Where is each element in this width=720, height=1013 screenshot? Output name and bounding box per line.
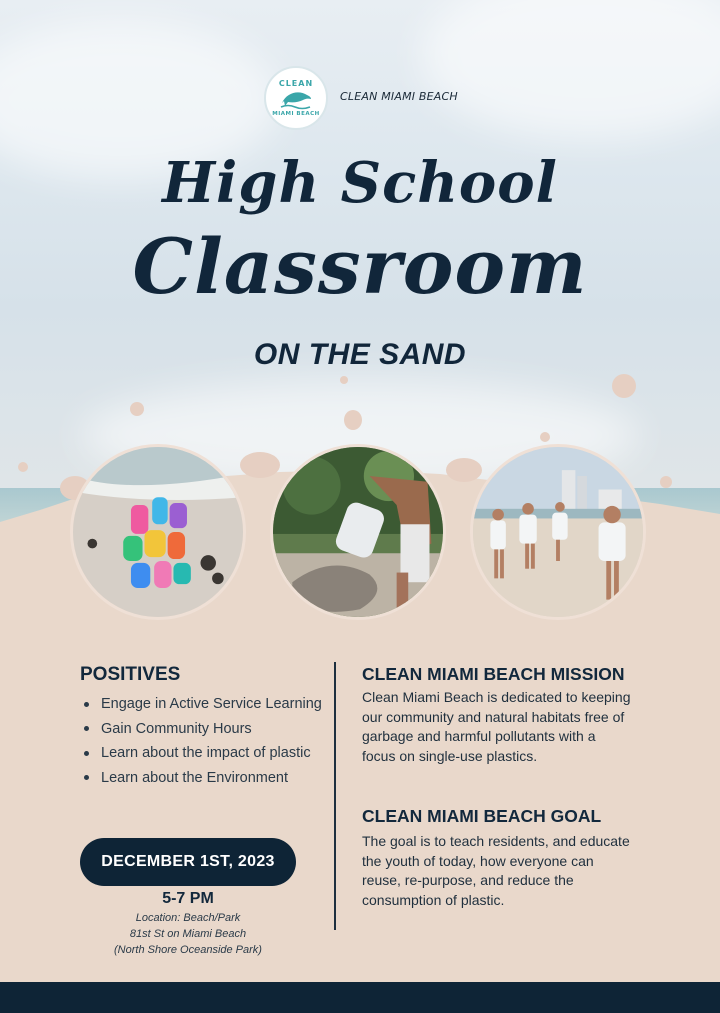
- clean-miami-beach-logo: CLEAN MIAMI BEACH: [264, 66, 328, 130]
- title-line-1: High School: [162, 150, 558, 216]
- dolphin-icon: [280, 92, 311, 110]
- title-line-2: Classroom: [132, 222, 588, 311]
- location-line-2: 81st St on Miami Beach: [129, 928, 247, 940]
- bullet-icon: [84, 726, 89, 732]
- list-item: Learn about the impact of plastic: [80, 741, 322, 766]
- event-time: 5-7 PM: [162, 890, 214, 907]
- list-item: Learn about the Environment: [80, 766, 322, 791]
- sand-splash: [18, 462, 28, 472]
- list-item: Engage in Active Service Learning: [80, 692, 322, 717]
- logo-top-text: CLEAN: [278, 79, 314, 88]
- volunteers-walking-beach-photo: [470, 444, 646, 620]
- positives-list: Engage in Active Service Learning Gain C…: [80, 692, 322, 790]
- mission-heading: CLEAN MIAMI BEACH MISSION: [362, 664, 625, 684]
- mission-text: Clean Miami Beach is dedicated to keepin…: [362, 689, 631, 764]
- location-line-1: Location: Beach/Park: [135, 912, 241, 924]
- volunteers-collecting-trash-photo: [270, 444, 446, 620]
- column-divider: [334, 662, 336, 930]
- goal-heading: CLEAN MIAMI BEACH GOAL: [362, 806, 602, 826]
- bullet-icon: [84, 775, 89, 781]
- event-date-badge: DECEMBER 1ST, 2023: [80, 838, 296, 886]
- sand-splash: [240, 452, 280, 478]
- sand-splash: [446, 458, 482, 482]
- logo-bottom-text: MIAMI BEACH: [272, 111, 320, 117]
- location-line-3: (North Shore Oceanside Park): [114, 944, 262, 956]
- bullet-icon: [84, 701, 89, 707]
- goal-text: The goal is to teach residents, and educ…: [362, 833, 630, 908]
- title-subtitle: ON THE SAND: [253, 338, 467, 371]
- sand-splash: [660, 476, 672, 488]
- list-item: Gain Community Hours: [80, 717, 322, 742]
- sand-splash: [540, 432, 550, 442]
- sand-splash: [344, 410, 362, 430]
- bullet-icon: [84, 750, 89, 756]
- positives-heading: POSITIVES: [80, 664, 181, 685]
- sand-splash: [130, 402, 144, 416]
- sand-splash: [612, 374, 636, 398]
- footer-bar: [0, 982, 720, 1013]
- plastic-waste-on-sand-photo: [70, 444, 246, 620]
- brand-name: CLEAN MIAMI BEACH: [340, 90, 458, 103]
- sand-splash: [340, 376, 348, 384]
